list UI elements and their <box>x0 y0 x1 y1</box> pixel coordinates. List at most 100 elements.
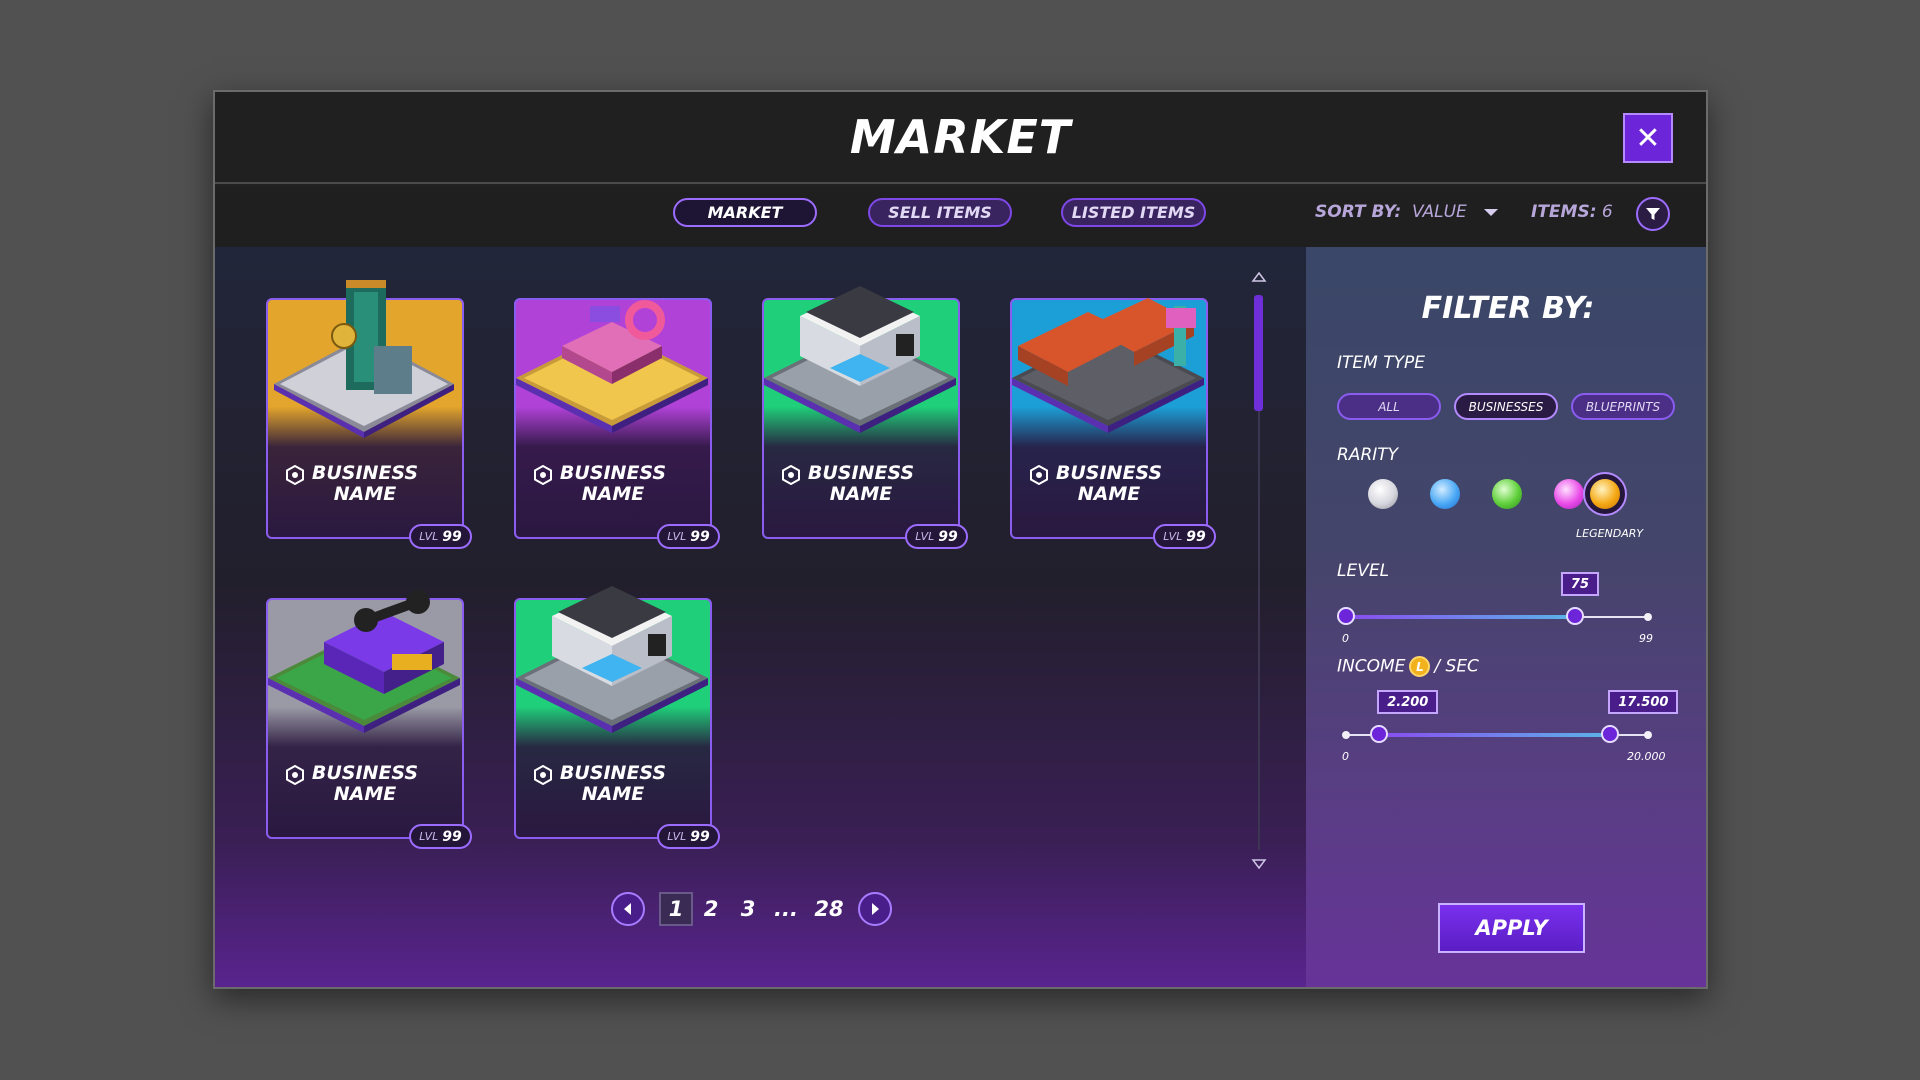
level-value-tooltip: 75 <box>1560 572 1599 596</box>
level-prefix: LVL <box>419 530 439 543</box>
business-card[interactable]: BUSINESS NAME LVL 99 <box>1010 298 1216 549</box>
brand-logo-icon <box>286 765 304 785</box>
rarity-rare-icon[interactable] <box>1430 479 1460 509</box>
business-card[interactable]: BUSINESS NAME LVL 99 <box>514 586 720 849</box>
page-1[interactable]: 1 <box>659 892 693 926</box>
level-max-label: 99 <box>1639 632 1653 645</box>
level-min-knob[interactable] <box>1337 607 1355 625</box>
level-badge: LVL 99 <box>1153 524 1216 549</box>
funnel-icon <box>1646 208 1660 220</box>
level-slider-fill <box>1346 615 1575 619</box>
chevron-left-icon <box>624 903 631 915</box>
level-prefix: LVL <box>667 530 687 543</box>
page-3[interactable]: 3 <box>736 892 760 926</box>
motel-building-icon <box>1012 298 1204 433</box>
level-badge: LVL 99 <box>409 824 472 849</box>
next-page-button[interactable] <box>858 892 892 926</box>
brand-logo-icon <box>534 465 552 485</box>
card-name-line2: NAME <box>333 783 397 805</box>
market-modal: MARKET ✕ MARKET SELL ITEMS LISTED ITEMS … <box>213 90 1708 989</box>
casino-tower-building-icon <box>274 280 454 438</box>
income-label-suffix: / SEC <box>1434 656 1479 677</box>
card-name-line2: NAME <box>1077 483 1141 505</box>
income-low-tooltip: 2.200 <box>1377 690 1439 714</box>
chip-all[interactable]: ALL <box>1337 393 1441 420</box>
level-value: 99 <box>938 528 958 545</box>
scroll-down-icon[interactable] <box>1251 858 1267 870</box>
close-icon: ✕ <box>1635 120 1661 156</box>
prev-page-button[interactable] <box>611 892 645 926</box>
card-title: BUSINESS NAME <box>266 463 464 505</box>
card-name-line2: NAME <box>581 483 645 505</box>
close-button[interactable]: ✕ <box>1623 113 1673 163</box>
rarity-legendary-icon[interactable] <box>1590 479 1620 509</box>
page-28[interactable]: 28 <box>811 892 847 926</box>
income-high-knob[interactable] <box>1601 725 1620 743</box>
chevron-down-icon <box>1484 208 1499 216</box>
brand-logo-icon <box>534 765 552 785</box>
level-prefix: LVL <box>419 830 439 843</box>
card-name-line2: NAME <box>581 783 645 805</box>
income-min-dot <box>1342 731 1350 739</box>
items-label: ITEMS: <box>1531 202 1597 222</box>
filter-toggle-button[interactable] <box>1636 197 1670 231</box>
brand-logo-icon <box>1030 465 1048 485</box>
level-value: 99 <box>442 828 462 845</box>
tab-sell-items[interactable]: SELL ITEMS <box>868 198 1012 227</box>
income-low-knob[interactable] <box>1370 725 1389 743</box>
business-card[interactable]: BUSINESS NAME LVL 99 <box>266 280 472 549</box>
tab-market[interactable]: MARKET <box>673 198 817 227</box>
chip-businesses[interactable]: BUSINESSES <box>1454 393 1558 420</box>
card-name-line2: NAME <box>333 483 397 505</box>
level-value: 99 <box>1186 528 1206 545</box>
modal-header: MARKET ✕ <box>215 92 1706 184</box>
level-badge: LVL 99 <box>657 524 720 549</box>
rarity-label: RARITY <box>1337 445 1399 465</box>
rarity-epic-icon[interactable] <box>1554 479 1584 509</box>
income-min-label: 0 <box>1342 750 1349 763</box>
apply-button[interactable]: APPLY <box>1438 903 1585 953</box>
item-type-label: ITEM TYPE <box>1337 353 1425 373</box>
page-2[interactable]: 2 <box>699 892 723 926</box>
tab-listed-items[interactable]: LISTED ITEMS <box>1061 198 1206 227</box>
level-value: 99 <box>690 528 710 545</box>
income-label-prefix: INCOME <box>1337 656 1406 677</box>
hotel-building-icon <box>516 586 708 733</box>
filter-title: FILTER BY: <box>1421 291 1595 326</box>
card-title: BUSINESS NAME <box>514 463 712 505</box>
level-badge: LVL 99 <box>657 824 720 849</box>
donut-shop-building-icon <box>516 300 708 433</box>
level-prefix: LVL <box>1163 530 1183 543</box>
level-badge: LVL 99 <box>409 524 472 549</box>
chevron-right-icon <box>872 903 879 915</box>
scrollbar-thumb[interactable] <box>1254 295 1263 411</box>
card-title: BUSINESS NAME <box>762 463 960 505</box>
items-count: ITEMS: 6 <box>1531 202 1613 222</box>
business-card[interactable]: BUSINESS NAME LVL 99 <box>762 286 968 549</box>
page-title: MARKET <box>849 110 1072 164</box>
scroll-up-icon[interactable] <box>1251 271 1267 283</box>
chip-blueprints[interactable]: BLUEPRINTS <box>1571 393 1675 420</box>
level-min-label: 0 <box>1342 632 1349 645</box>
page-ellipsis: ... <box>774 897 798 921</box>
rarity-common-icon[interactable] <box>1368 479 1398 509</box>
sort-value: VALUE <box>1412 202 1467 222</box>
level-value: 99 <box>442 528 462 545</box>
card-title: BUSINESS NAME <box>514 763 712 805</box>
selected-rarity-label: LEGENDARY <box>1576 527 1644 540</box>
business-card[interactable]: BUSINESS NAME LVL 99 <box>514 298 720 549</box>
card-title: BUSINESS NAME <box>1010 463 1208 505</box>
business-card[interactable]: BUSINESS NAME LVL 99 <box>266 590 472 849</box>
sort-label: SORT BY: <box>1315 202 1402 222</box>
sort-dropdown[interactable]: SORT BY: VALUE <box>1315 202 1499 222</box>
rarity-uncommon-icon[interactable] <box>1492 479 1522 509</box>
hotel-building-icon <box>764 286 956 433</box>
level-badge: LVL 99 <box>905 524 968 549</box>
gym-building-icon <box>268 590 460 733</box>
level-value-knob[interactable] <box>1565 607 1584 625</box>
level-max-dot <box>1644 613 1652 621</box>
items-value: 6 <box>1601 202 1613 222</box>
coin-icon: Ⅼ <box>1409 656 1431 677</box>
level-prefix: LVL <box>915 530 935 543</box>
income-high-tooltip: 17.500 <box>1608 690 1679 714</box>
